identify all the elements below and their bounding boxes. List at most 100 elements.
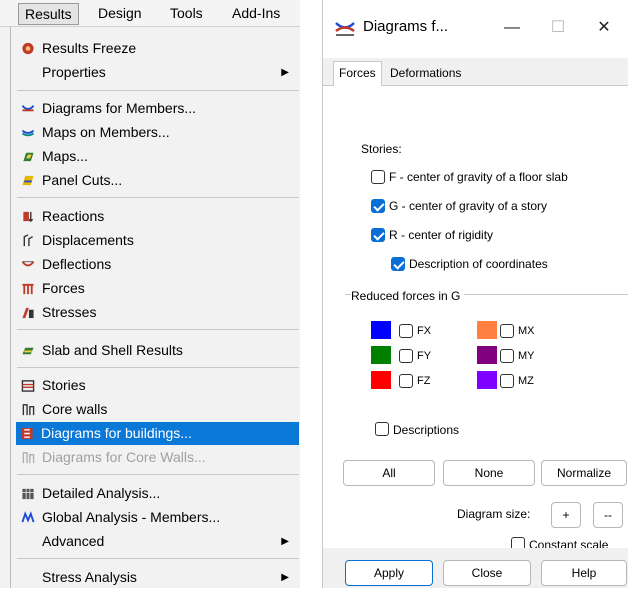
displacements-icon	[23, 234, 33, 247]
menu-item-properties[interactable]: Properties ▶	[17, 61, 299, 84]
detailed-analysis-icon	[22, 488, 34, 500]
menu-item-slab-and-shell-results[interactable]: Slab and Shell Results	[17, 339, 299, 362]
option-r-checkbox[interactable]	[371, 228, 385, 242]
menubar-add-ins[interactable]: Add-Ins	[226, 3, 286, 25]
all-button[interactable]: All	[343, 460, 435, 486]
menubar-design[interactable]: Design	[92, 3, 148, 25]
my-color-swatch[interactable]	[477, 346, 497, 364]
results-dropdown: Results Freeze Properties ▶ Diagrams for…	[10, 27, 300, 588]
stories-label: Stories:	[361, 142, 402, 156]
fz-checkbox[interactable]	[399, 374, 413, 388]
building-diagram-icon	[21, 427, 33, 440]
menubar: Results Design Tools Add-Ins	[0, 0, 300, 27]
menu-separator	[17, 329, 299, 330]
diagrams-dialog: Diagrams f... — ☐ ✕ Forces Deformations …	[322, 0, 628, 588]
my-checkbox[interactable]	[500, 349, 514, 363]
menu-item-label: Forces	[42, 280, 85, 296]
submenu-arrow-icon: ▶	[281, 536, 289, 547]
stories-icon	[21, 380, 35, 392]
menu-item-results-freeze[interactable]: Results Freeze	[17, 37, 299, 60]
option-f-checkbox[interactable]	[371, 170, 385, 184]
submenu-arrow-icon: ▶	[281, 572, 289, 583]
core-walls-icon	[22, 404, 35, 416]
fy-checkbox[interactable]	[399, 349, 413, 363]
menu-item-label: Displacements	[42, 232, 134, 248]
descriptions-label: Descriptions	[393, 423, 460, 437]
menu-separator	[17, 197, 299, 198]
menu-item-diagrams-for-core-walls: Diagrams for Core Walls...	[17, 446, 299, 469]
menu-item-core-walls[interactable]: Core walls	[17, 398, 299, 421]
deflections-icon	[21, 261, 35, 267]
fy-color-swatch[interactable]	[371, 346, 391, 364]
menu-item-stories[interactable]: Stories	[17, 374, 299, 397]
diagram-size-label: Diagram size:	[457, 507, 531, 521]
menu-item-label: Stress Analysis	[42, 569, 137, 585]
menu-item-label: Reactions	[42, 208, 105, 224]
menu-item-stresses[interactable]: Stresses	[17, 301, 299, 324]
menu-item-deflections[interactable]: Deflections	[17, 253, 299, 276]
diagram-size-increase-button[interactable]: +	[551, 502, 581, 528]
fz-label: FZ	[417, 375, 431, 387]
menu-item-reactions[interactable]: Reactions	[17, 205, 299, 228]
mx-label: MX	[518, 325, 535, 337]
menu-item-label: Panel Cuts...	[42, 172, 123, 188]
menu-item-global-analysis-members[interactable]: Global Analysis - Members...	[17, 506, 299, 529]
menu-item-stress-analysis[interactable]: Stress Analysis ▶	[17, 566, 299, 589]
description-of-coordinates-checkbox[interactable]	[391, 257, 405, 271]
descriptions-checkbox[interactable]	[375, 422, 389, 436]
option-g-checkbox[interactable]	[371, 199, 385, 213]
fx-color-swatch[interactable]	[371, 321, 391, 339]
menu-item-diagrams-for-members[interactable]: Diagrams for Members...	[17, 97, 299, 120]
fz-color-swatch[interactable]	[371, 371, 391, 389]
menu-separator	[17, 558, 299, 559]
menu-item-label: Stories	[42, 377, 86, 393]
mx-color-swatch[interactable]	[477, 321, 497, 339]
menu-item-maps-on-members[interactable]: Maps on Members...	[17, 121, 299, 144]
option-g-label: G - center of gravity of a story	[389, 199, 548, 213]
menu-item-maps[interactable]: Maps...	[17, 145, 299, 168]
map-icon	[23, 152, 34, 162]
dialog-titlebar[interactable]: Diagrams f... — ☐ ✕	[323, 0, 628, 58]
menu-item-displacements[interactable]: Displacements	[17, 229, 299, 252]
menu-item-label: Advanced	[42, 533, 105, 549]
help-button[interactable]: Help	[541, 560, 627, 586]
menu-item-advanced[interactable]: Advanced ▶	[17, 530, 299, 553]
minimize-button[interactable]: —	[497, 14, 527, 42]
forces-tab-content: Stories: F - center of gravity of a floo…	[323, 86, 628, 588]
fx-checkbox[interactable]	[399, 324, 413, 338]
my-label: MY	[518, 350, 535, 362]
apply-button[interactable]: Apply	[345, 560, 433, 586]
tab-deformations[interactable]: Deformations	[385, 62, 466, 86]
menu-item-diagrams-for-buildings[interactable]: Diagrams for buildings...	[16, 422, 299, 445]
member-diagram-icon	[21, 105, 35, 112]
menu-item-label: Deflections	[42, 256, 112, 272]
none-button[interactable]: None	[443, 460, 535, 486]
menu-item-label: Results Freeze	[42, 40, 137, 56]
menu-separator	[17, 367, 299, 368]
close-button[interactable]: Close	[443, 560, 531, 586]
mz-checkbox[interactable]	[500, 374, 514, 388]
menu-item-label: Global Analysis - Members...	[42, 509, 221, 525]
diagram-size-decrease-button[interactable]: --	[593, 502, 623, 528]
menu-item-forces[interactable]: Forces	[17, 277, 299, 300]
app-icon	[335, 20, 355, 38]
mz-label: MZ	[518, 375, 534, 387]
menubar-results[interactable]: Results	[18, 3, 79, 25]
dialog-button-bar: Apply Close Help	[323, 548, 628, 588]
menu-item-label: Diagrams for Members...	[42, 100, 197, 116]
mx-checkbox[interactable]	[500, 324, 514, 338]
menu-item-label: Maps...	[42, 148, 88, 164]
menu-item-label: Maps on Members...	[42, 124, 170, 140]
menu-item-label: Detailed Analysis...	[42, 485, 161, 501]
menu-item-detailed-analysis[interactable]: Detailed Analysis...	[17, 482, 299, 505]
freeze-icon	[22, 42, 34, 55]
menubar-tools[interactable]: Tools	[164, 3, 209, 25]
close-window-button[interactable]: ✕	[589, 14, 619, 42]
normalize-button[interactable]: Normalize	[541, 460, 627, 486]
member-map-icon	[21, 129, 35, 137]
menu-item-label: Core walls	[42, 401, 108, 417]
mz-color-swatch[interactable]	[477, 371, 497, 389]
menu-item-panel-cuts[interactable]: Panel Cuts...	[17, 169, 299, 192]
results-menu-panel: Results Design Tools Add-Ins Results Fre…	[0, 0, 300, 588]
tab-forces[interactable]: Forces	[333, 61, 382, 87]
